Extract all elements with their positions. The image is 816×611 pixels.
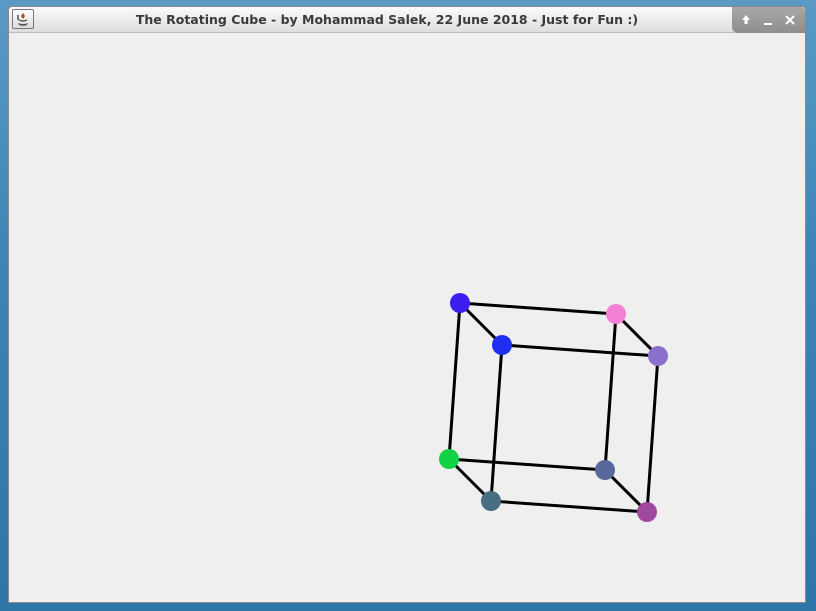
cube-edge <box>603 313 618 471</box>
close-icon[interactable] <box>781 11 799 29</box>
window-title: The Rotating Cube - by Mohammad Salek, 2… <box>135 12 639 27</box>
cube-vertex <box>481 491 501 511</box>
app-window: The Rotating Cube - by Mohammad Salek, 2… <box>8 6 806 603</box>
cube-drawing <box>439 293 668 522</box>
cube-edge <box>459 301 617 316</box>
minimize-icon[interactable] <box>759 11 777 29</box>
java-app-icon[interactable] <box>12 9 34 29</box>
maximize-icon[interactable] <box>737 11 755 29</box>
cube-edge <box>489 344 504 502</box>
cube-edge <box>448 457 606 472</box>
cube-canvas[interactable] <box>9 33 805 602</box>
window-controls <box>732 7 805 33</box>
cube-vertex <box>595 460 615 480</box>
cube-edge <box>645 355 660 513</box>
cube-edge <box>490 499 648 514</box>
cube-edge <box>447 302 462 460</box>
cube-vertex <box>648 346 668 366</box>
cube-vertex <box>606 304 626 324</box>
cube-vertex <box>450 293 470 313</box>
cube-vertex <box>439 449 459 469</box>
cube-edge <box>501 343 659 358</box>
title-bar[interactable]: The Rotating Cube - by Mohammad Salek, 2… <box>9 7 805 33</box>
cube-vertex <box>637 502 657 522</box>
cube-vertex <box>492 335 512 355</box>
